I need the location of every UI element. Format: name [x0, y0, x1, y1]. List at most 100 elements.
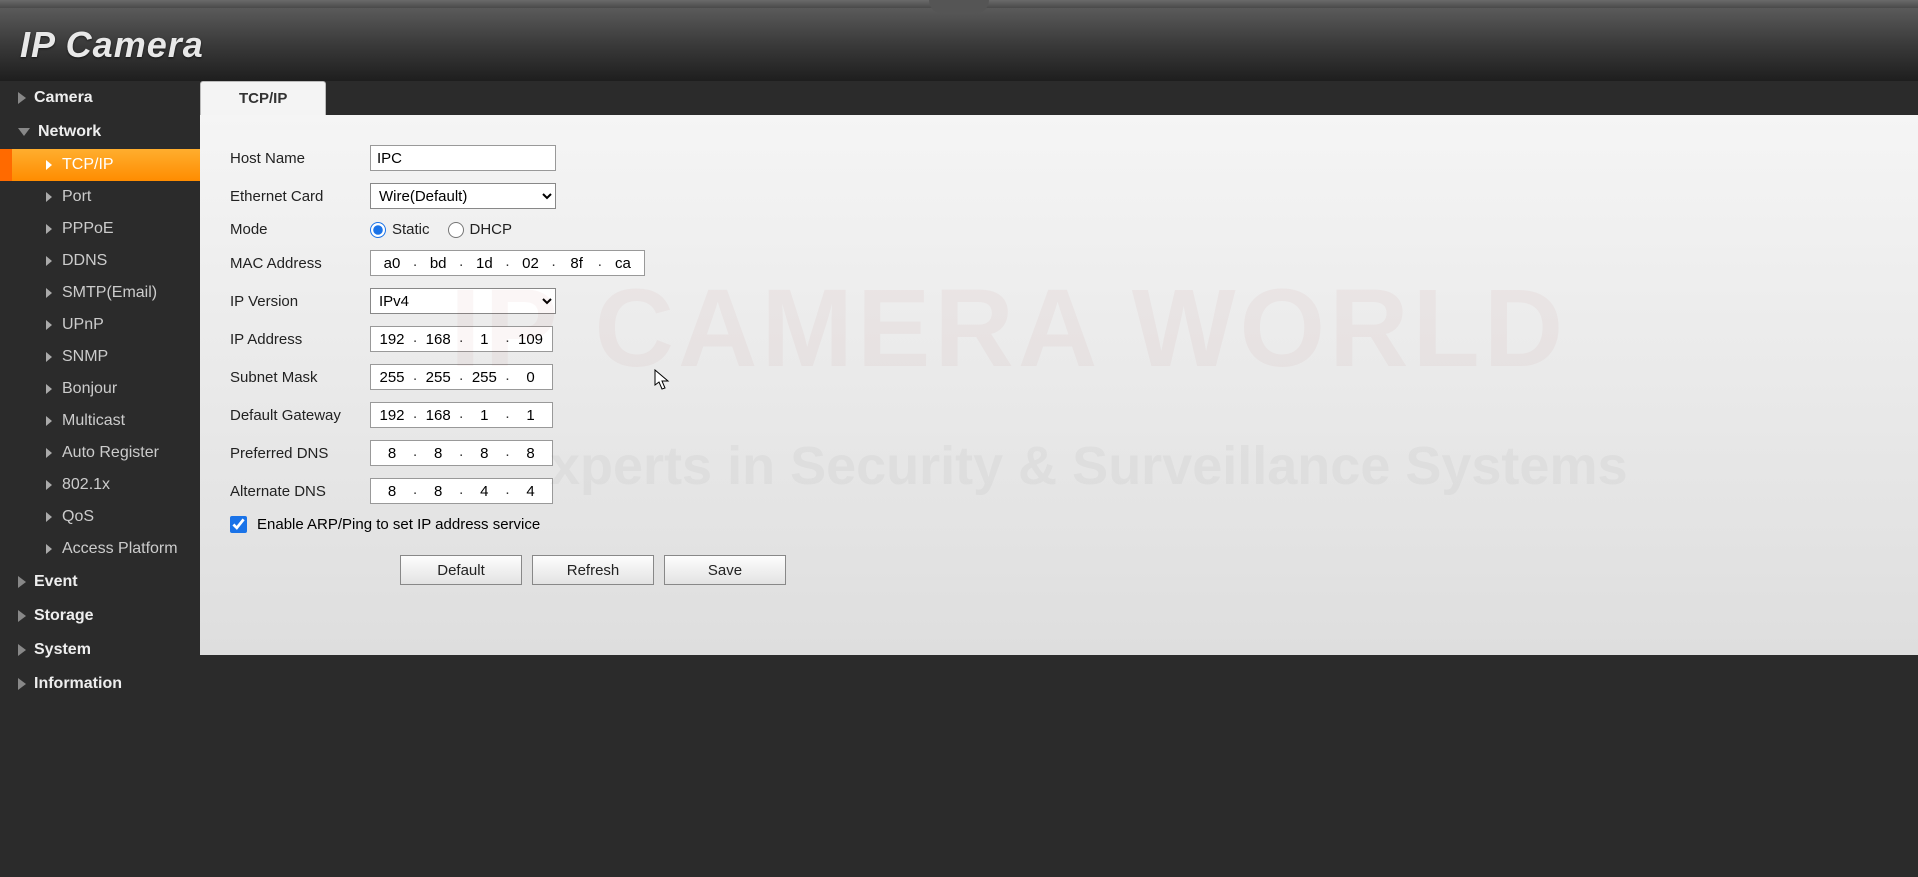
- mask-octet-1[interactable]: [417, 366, 459, 388]
- label-host-name: Host Name: [230, 150, 370, 167]
- sidebar-group-label: Network: [38, 123, 101, 141]
- ip-octet-0[interactable]: [371, 328, 413, 350]
- pdns-octet-3[interactable]: [510, 442, 552, 464]
- mask-octet-0[interactable]: [371, 366, 413, 388]
- triangle-right-icon: [18, 92, 26, 104]
- arp-ping-label: Enable ARP/Ping to set IP address servic…: [257, 516, 540, 533]
- chevron-right-icon: [46, 352, 52, 362]
- tab-bar: TCP/IP: [200, 81, 1918, 115]
- sidebar-group-network[interactable]: Network: [0, 115, 200, 149]
- top-grab-tab: [929, 0, 989, 14]
- sidebar-item-snmp[interactable]: SNMP: [0, 341, 200, 373]
- refresh-button[interactable]: Refresh: [532, 555, 654, 585]
- ip-address-field: ...: [370, 326, 553, 352]
- triangle-right-icon: [18, 576, 26, 588]
- sidebar-item-ddns[interactable]: DDNS: [0, 245, 200, 277]
- ethernet-card-select[interactable]: Wire(Default): [370, 183, 556, 209]
- sidebar-item-label: SNMP: [62, 348, 108, 366]
- adns-octet-0[interactable]: [371, 480, 413, 502]
- sidebar-item-qos[interactable]: QoS: [0, 501, 200, 533]
- sidebar-group-system[interactable]: System: [0, 633, 200, 667]
- mac-octet-5[interactable]: [602, 252, 644, 274]
- mac-octet-3[interactable]: [510, 252, 552, 274]
- label-pref-dns: Preferred DNS: [230, 445, 370, 462]
- chevron-right-icon: [46, 448, 52, 458]
- sidebar-item-label: PPPoE: [62, 220, 114, 238]
- alternate-dns-field: ...: [370, 478, 553, 504]
- host-name-input[interactable]: [370, 145, 556, 171]
- sidebar-group-information[interactable]: Information: [0, 667, 200, 701]
- ip-octet-2[interactable]: [463, 328, 505, 350]
- settings-panel: IP CAMERA WORLD xperts in Security & Sur…: [200, 115, 1918, 655]
- sidebar-item-label: Port: [62, 188, 91, 206]
- label-ethernet-card: Ethernet Card: [230, 188, 370, 205]
- chevron-right-icon: [46, 224, 52, 234]
- mac-octet-2[interactable]: [463, 252, 505, 274]
- label-mode: Mode: [230, 221, 370, 238]
- mac-octet-4[interactable]: [556, 252, 598, 274]
- sidebar-item-label: Bonjour: [62, 380, 117, 398]
- sidebar-item-802-1x[interactable]: 802.1x: [0, 469, 200, 501]
- sidebar-item-label: UPnP: [62, 316, 104, 334]
- gw-octet-1[interactable]: [417, 404, 459, 426]
- chevron-right-icon: [46, 288, 52, 298]
- label-gateway: Default Gateway: [230, 407, 370, 424]
- sidebar-group-label: Information: [34, 675, 122, 693]
- sidebar-group-storage[interactable]: Storage: [0, 599, 200, 633]
- sidebar-group-label: Camera: [34, 89, 93, 107]
- chevron-right-icon: [46, 384, 52, 394]
- sidebar-item-upnp[interactable]: UPnP: [0, 309, 200, 341]
- mac-octet-1[interactable]: [417, 252, 459, 274]
- pdns-octet-0[interactable]: [371, 442, 413, 464]
- sidebar-item-label: Access Platform: [62, 540, 178, 558]
- mode-dhcp-radio[interactable]: DHCP: [448, 221, 513, 238]
- chevron-right-icon: [46, 320, 52, 330]
- save-button[interactable]: Save: [664, 555, 786, 585]
- gw-octet-3[interactable]: [510, 404, 552, 426]
- adns-octet-1[interactable]: [417, 480, 459, 502]
- triangle-right-icon: [18, 678, 26, 690]
- mode-static-radio[interactable]: Static: [370, 221, 430, 238]
- label-mac-address: MAC Address: [230, 255, 370, 272]
- main-area: TCP/IP IP CAMERA WORLD xperts in Securit…: [200, 81, 1918, 701]
- chevron-right-icon: [46, 256, 52, 266]
- mask-octet-3[interactable]: [510, 366, 552, 388]
- adns-octet-2[interactable]: [463, 480, 505, 502]
- mask-octet-2[interactable]: [463, 366, 505, 388]
- sidebar-item-access-platform[interactable]: Access Platform: [0, 533, 200, 565]
- radio-dhcp-input[interactable]: [448, 222, 464, 238]
- preferred-dns-field: ...: [370, 440, 553, 466]
- sidebar-group-camera[interactable]: Camera: [0, 81, 200, 115]
- ip-octet-1[interactable]: [417, 328, 459, 350]
- ip-octet-3[interactable]: [510, 328, 552, 350]
- pdns-octet-1[interactable]: [417, 442, 459, 464]
- gw-octet-0[interactable]: [371, 404, 413, 426]
- sidebar-item-label: 802.1x: [62, 476, 110, 494]
- default-button[interactable]: Default: [400, 555, 522, 585]
- tab-tcpip[interactable]: TCP/IP: [200, 81, 326, 115]
- triangle-right-icon: [18, 644, 26, 656]
- arp-ping-checkbox[interactable]: [230, 516, 247, 533]
- sidebar-item-tcp-ip[interactable]: TCP/IP: [0, 149, 200, 181]
- sidebar-item-pppoe[interactable]: PPPoE: [0, 213, 200, 245]
- sidebar-item-bonjour[interactable]: Bonjour: [0, 373, 200, 405]
- radio-static-input[interactable]: [370, 222, 386, 238]
- sidebar-group-event[interactable]: Event: [0, 565, 200, 599]
- pdns-octet-2[interactable]: [463, 442, 505, 464]
- ip-version-select[interactable]: IPv4: [370, 288, 556, 314]
- gw-octet-2[interactable]: [463, 404, 505, 426]
- adns-octet-3[interactable]: [510, 480, 552, 502]
- app-title: IP Camera: [20, 24, 204, 66]
- sidebar-item-label: Multicast: [62, 412, 125, 430]
- mac-address-field: .....: [370, 250, 645, 276]
- sidebar-group-label: System: [34, 641, 91, 659]
- mac-octet-0[interactable]: [371, 252, 413, 274]
- label-ip-address: IP Address: [230, 331, 370, 348]
- sidebar-item-auto-register[interactable]: Auto Register: [0, 437, 200, 469]
- sidebar-item-port[interactable]: Port: [0, 181, 200, 213]
- subnet-mask-field: ...: [370, 364, 553, 390]
- chevron-right-icon: [46, 160, 52, 170]
- triangle-down-icon: [18, 128, 30, 136]
- sidebar-item-smtp-email-[interactable]: SMTP(Email): [0, 277, 200, 309]
- sidebar-item-multicast[interactable]: Multicast: [0, 405, 200, 437]
